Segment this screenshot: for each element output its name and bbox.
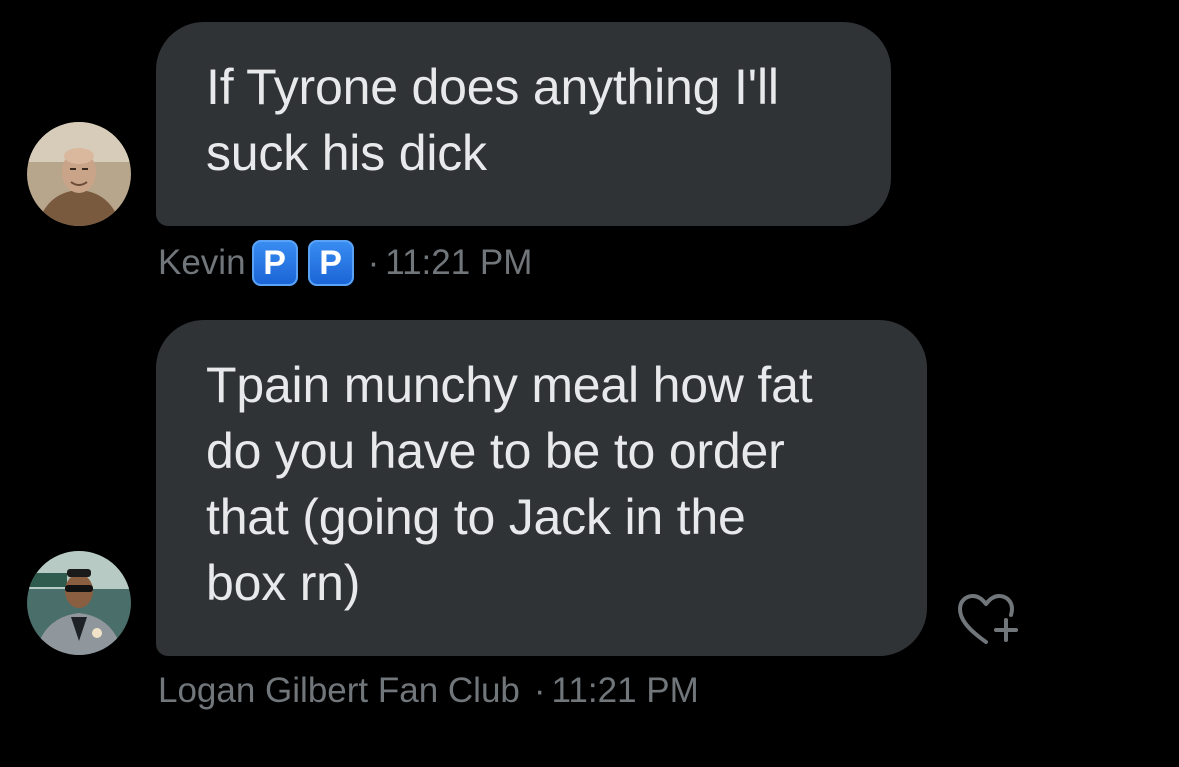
avatar-man-suit-sunglasses-icon (27, 551, 131, 655)
sender-name[interactable]: Logan Gilbert Fan Club (158, 671, 520, 711)
message-text-line: Tpain munchy meal how fat (206, 357, 813, 413)
heart-plus-icon[interactable] (956, 592, 1020, 648)
message-text-line: do you have to be to order (206, 423, 785, 479)
message-meta-2: Logan Gilbert Fan Club · 11:21 PM (158, 666, 699, 716)
message-timestamp: 11:21 PM (551, 671, 699, 710)
message-group-2: Tpain munchy meal how fat do you have to… (0, 0, 1179, 767)
message-bubble-2[interactable]: Tpain munchy meal how fat do you have to… (156, 320, 927, 656)
meta-separator: · (533, 671, 546, 710)
sender-avatar-logan-gilbert-fan-club[interactable] (27, 551, 131, 655)
message-text-line: box rn) (206, 555, 361, 611)
message-text-line: that (going to Jack in the (206, 489, 746, 545)
